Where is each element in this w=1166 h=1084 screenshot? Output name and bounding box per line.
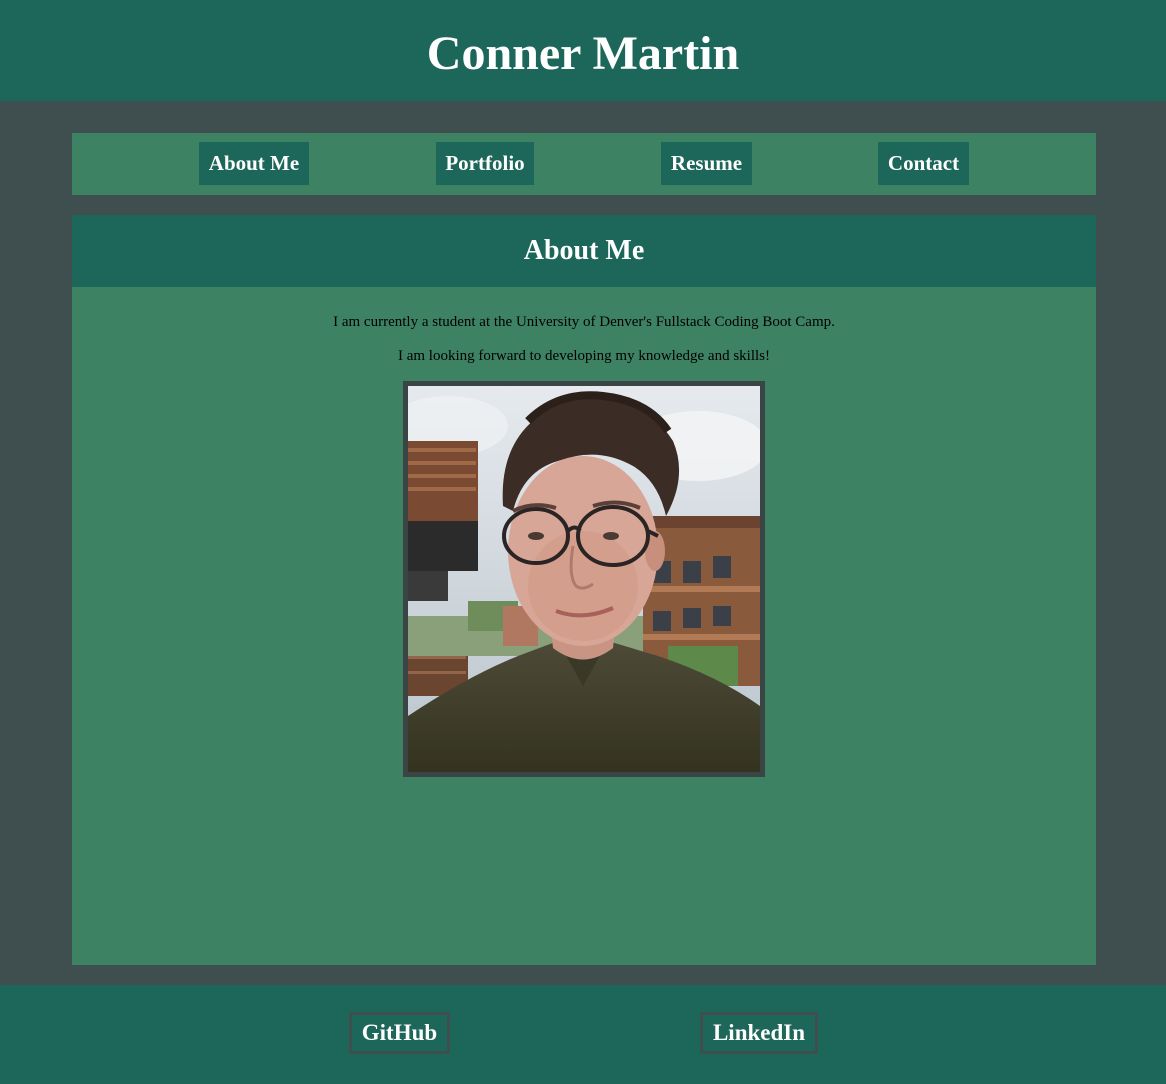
section-header: About Me (72, 215, 1096, 287)
linkedin-link[interactable]: LinkedIn (700, 1012, 818, 1054)
profile-photo (403, 381, 765, 777)
site-footer: GitHub LinkedIn (0, 985, 1166, 1084)
bio-paragraph-2: I am looking forward to developing my kn… (397, 348, 770, 364)
section-title: About Me (523, 235, 645, 266)
nav-item-resume[interactable]: Resume (661, 142, 752, 185)
nav-item-contact[interactable]: Contact (878, 142, 969, 185)
site-header: Conner Martin (0, 0, 1166, 101)
site-title: Conner Martin (426, 26, 740, 80)
nav-bar: About Me Portfolio Resume Contact (72, 133, 1096, 195)
nav-item-portfolio[interactable]: Portfolio (436, 142, 534, 185)
bio-paragraph-1: I am currently a student at the Universi… (333, 314, 835, 330)
about-section: About Me I am currently a student at the… (72, 215, 1096, 965)
github-link[interactable]: GitHub (349, 1012, 450, 1054)
nav-item-about-me[interactable]: About Me (199, 142, 309, 185)
portrait-photo-image (408, 386, 760, 772)
